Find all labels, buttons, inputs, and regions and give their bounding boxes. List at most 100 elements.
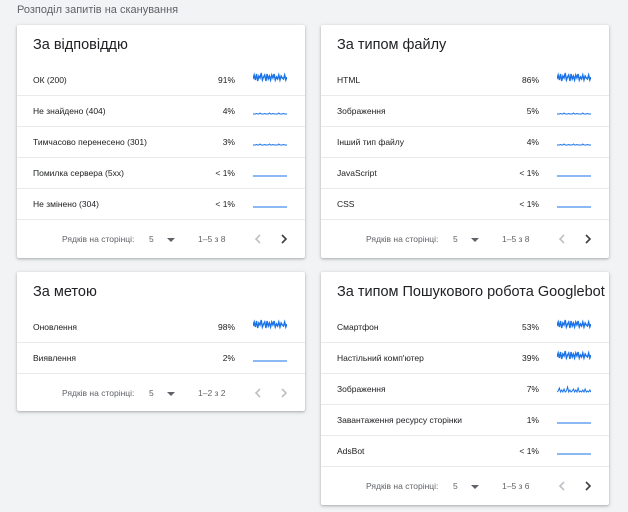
pagination-range: 1–5 з 6 xyxy=(502,481,530,491)
trend-sparkline xyxy=(557,385,591,394)
card-title: За типом файлу xyxy=(337,37,447,53)
table-row[interactable]: Оновлення 98% xyxy=(17,312,305,343)
trend-sparkline xyxy=(253,72,287,83)
sparkline-path xyxy=(253,72,287,83)
rows-per-page-select[interactable]: 5 xyxy=(451,478,483,494)
row-percentage: 5% xyxy=(526,106,539,116)
row-percentage: 7% xyxy=(526,384,539,394)
rows-per-page-select[interactable]: 5 xyxy=(147,385,179,401)
table-row[interactable]: ОК (200) 91% xyxy=(17,65,305,96)
googlebot-type-card: За типом Пошукового робота Googlebot Сма… xyxy=(321,272,609,505)
dropdown-caret-icon xyxy=(471,485,479,489)
page-title: Розподіл запитів на сканування xyxy=(17,4,179,16)
row-label: Зображення xyxy=(337,106,386,116)
next-page-button[interactable] xyxy=(580,477,596,495)
trend-sparkline xyxy=(557,206,591,208)
card-title: За типом Пошукового робота Googlebot xyxy=(337,284,605,300)
pagination-range: 1–5 з 8 xyxy=(198,234,226,244)
trend-sparkline xyxy=(253,360,287,362)
sparkline-path xyxy=(557,385,591,394)
next-page-button[interactable] xyxy=(276,230,292,248)
rows-per-page-select[interactable]: 5 xyxy=(451,231,483,247)
row-percentage: 4% xyxy=(222,106,235,116)
pagination-range: 1–2 з 2 xyxy=(198,388,226,398)
table-row[interactable]: Виявлення 2% xyxy=(17,343,305,374)
pagination-range: 1–5 з 8 xyxy=(502,234,530,244)
chevron-left-icon xyxy=(254,388,261,398)
trend-sparkline xyxy=(557,422,591,424)
row-label: Настільний комп'ютер xyxy=(337,353,424,363)
table-row[interactable]: Не змінено (304) < 1% xyxy=(17,189,305,220)
row-label: CSS xyxy=(337,199,355,209)
row-percentage: 1% xyxy=(526,415,539,425)
chevron-right-icon xyxy=(281,388,288,398)
row-percentage: 39% xyxy=(521,353,539,363)
chevron-right-icon xyxy=(585,234,592,244)
file-type-card: За типом файлу HTML 86% Зображення 5% Інший … xyxy=(321,25,609,258)
row-percentage: < 1% xyxy=(215,199,235,209)
trend-sparkline xyxy=(253,143,287,146)
next-page-button[interactable] xyxy=(276,384,292,402)
row-label: Оновлення xyxy=(33,322,78,332)
rows-per-page-value: 5 xyxy=(453,234,458,244)
row-percentage: < 1% xyxy=(215,168,235,178)
table-row[interactable]: AdsBot < 1% xyxy=(321,436,609,467)
row-percentage: 53% xyxy=(521,322,539,332)
row-label: Не змінено (304) xyxy=(33,199,99,209)
row-percentage: 2% xyxy=(222,353,235,363)
dropdown-caret-icon xyxy=(167,238,175,242)
rows-per-page-value: 5 xyxy=(453,481,458,491)
row-percentage: 91% xyxy=(217,75,235,85)
row-percentage: < 1% xyxy=(519,446,539,456)
row-label: Смартфон xyxy=(337,322,379,332)
pagination-footer: Рядків на сторінці: 5 1–5 з 6 xyxy=(321,471,609,501)
previous-page-button[interactable] xyxy=(250,230,266,248)
row-label: Тимчасово перенесено (301) xyxy=(33,137,147,147)
pagination-footer: Рядків на сторінці: 5 1–5 з 8 xyxy=(321,224,609,254)
response-card: За відповіддю ОК (200) 91% Не знайдено (40… xyxy=(17,25,305,258)
table-row[interactable]: Смартфон 53% xyxy=(321,312,609,343)
table-row[interactable]: Не знайдено (404) 4% xyxy=(17,96,305,127)
table-row[interactable]: Завантаження ресурсу сторінки 1% xyxy=(321,405,609,436)
rows-per-page-value: 5 xyxy=(149,388,154,398)
chevron-left-icon xyxy=(558,234,565,244)
chevron-right-icon xyxy=(281,234,288,244)
dropdown-caret-icon xyxy=(167,392,175,396)
row-percentage: 86% xyxy=(521,75,539,85)
row-label: HTML xyxy=(337,75,361,85)
pagination-footer: Рядків на сторінці: 5 1–2 з 2 xyxy=(17,378,305,408)
row-label: Не знайдено (404) xyxy=(33,106,106,116)
table-row[interactable]: Тимчасово перенесено (301) 3% xyxy=(17,127,305,158)
table-row[interactable]: HTML 86% xyxy=(321,65,609,96)
table-row[interactable]: Зображення 5% xyxy=(321,96,609,127)
trend-sparkline xyxy=(557,453,591,455)
table-row[interactable]: JavaScript < 1% xyxy=(321,158,609,189)
rows-per-page-label: Рядків на сторінці: xyxy=(62,388,135,398)
previous-page-button[interactable] xyxy=(554,477,570,495)
row-percentage: 98% xyxy=(217,322,235,332)
table-row[interactable]: Помилка сервера (5xx) < 1% xyxy=(17,158,305,189)
table-row[interactable]: Настільний комп'ютер 39% xyxy=(321,343,609,374)
sparkline-path xyxy=(253,112,287,115)
table-row[interactable]: Зображення 7% xyxy=(321,374,609,405)
row-label: JavaScript xyxy=(337,168,377,178)
next-page-button[interactable] xyxy=(580,230,596,248)
rows-per-page-label: Рядків на сторінці: xyxy=(62,234,135,244)
card-title: За метою xyxy=(33,284,97,300)
rows-per-page-label: Рядків на сторінці: xyxy=(366,234,439,244)
sparkline-path xyxy=(557,72,591,83)
previous-page-button[interactable] xyxy=(250,384,266,402)
chevron-left-icon xyxy=(558,481,565,491)
card-title: За відповіддю xyxy=(33,37,128,53)
sparkline-path xyxy=(557,319,591,330)
table-row[interactable]: Інший тип файлу 4% xyxy=(321,127,609,158)
row-label: Завантаження ресурсу сторінки xyxy=(337,415,462,425)
trend-sparkline xyxy=(253,112,287,115)
table-row[interactable]: CSS < 1% xyxy=(321,189,609,220)
purpose-card: За метою Оновлення 98% Виявлення 2% Рядків … xyxy=(17,272,305,411)
previous-page-button[interactable] xyxy=(554,230,570,248)
rows-per-page-select[interactable]: 5 xyxy=(147,231,179,247)
trend-sparkline xyxy=(253,206,287,208)
row-percentage: 4% xyxy=(526,137,539,147)
chevron-left-icon xyxy=(254,234,261,244)
